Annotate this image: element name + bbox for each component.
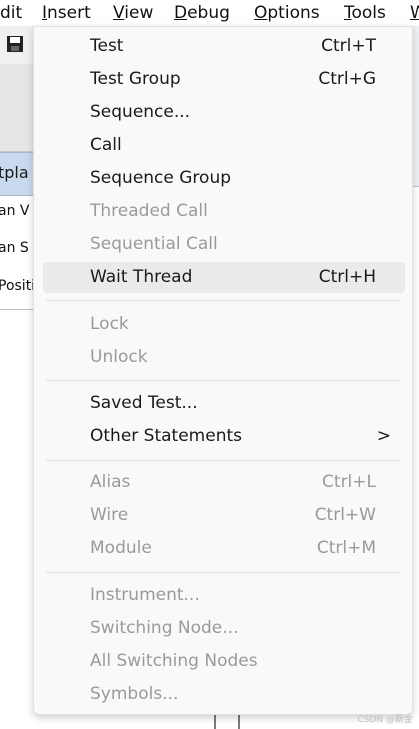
menu-bar: dit Insert View Debug Options Tools W — [0, 0, 419, 26]
menu-item-label: Sequential Call — [90, 234, 218, 254]
menu-item-all-switching-nodes: All Switching Nodes — [43, 646, 405, 677]
background-row: Positi — [0, 278, 36, 294]
menu-item-other-statements[interactable]: Other Statements > — [43, 421, 405, 452]
menu-item-label: Test — [90, 36, 124, 56]
menu-window-mnemonic: W — [410, 3, 419, 23]
menu-debug-label: ebug — [187, 3, 230, 23]
menu-options[interactable]: Options — [254, 1, 320, 25]
menu-item-label: Sequence Group — [90, 168, 232, 188]
menu-edit[interactable]: dit — [0, 1, 22, 25]
panel-header-label: tpla — [0, 163, 29, 182]
menu-item-shortcut: Ctrl+L — [322, 472, 376, 492]
menu-options-label: ptions — [267, 3, 320, 23]
menu-item-label: Saved Test... — [90, 393, 198, 413]
menu-separator — [46, 380, 401, 381]
menu-item-label: Unlock — [90, 347, 148, 367]
background-row: an S — [0, 240, 29, 256]
menu-item-label: Wait Thread — [90, 267, 193, 287]
menu-item-test-group[interactable]: Test Group Ctrl+G — [43, 64, 405, 95]
pane-divider — [0, 309, 34, 310]
menu-item-unlock: Unlock — [43, 342, 405, 373]
menu-item-label: Module — [90, 538, 152, 558]
panel-header: tpla — [0, 152, 34, 196]
toolbar — [0, 26, 34, 65]
menu-item-wire: Wire Ctrl+W — [43, 500, 405, 531]
background-row: an V — [0, 203, 30, 219]
menu-item-instrument: Instrument... — [43, 580, 405, 611]
menu-item-label: Alias — [90, 472, 131, 492]
menu-item-switching-node: Switching Node... — [43, 613, 405, 644]
menu-item-label: Symbols... — [90, 684, 179, 704]
menu-tools-mnemonic: T — [344, 3, 352, 23]
menu-debug-mnemonic: D — [174, 3, 188, 23]
menu-tools-label: ools — [351, 3, 386, 23]
menu-insert-label: nsert — [47, 3, 91, 23]
menu-item-label: Other Statements — [90, 426, 242, 446]
menu-item-sequence-group[interactable]: Sequence Group — [43, 163, 405, 194]
menu-separator — [46, 572, 401, 573]
menu-item-threaded-call: Threaded Call — [43, 196, 405, 227]
menu-item-shortcut: Ctrl+H — [318, 267, 376, 287]
menu-item-label: All Switching Nodes — [90, 651, 258, 671]
menu-window[interactable]: W — [410, 1, 419, 25]
menu-item-label: Wire — [90, 505, 129, 525]
menu-debug[interactable]: Debug — [174, 1, 230, 25]
menu-item-label: Call — [90, 135, 122, 155]
menu-item-sequential-call: Sequential Call — [43, 229, 405, 260]
menu-edit-label: dit — [0, 3, 23, 23]
menu-options-mnemonic: O — [254, 3, 268, 23]
menu-item-label: Switching Node... — [90, 618, 239, 638]
menu-view-mnemonic: V — [113, 3, 125, 23]
menu-item-module: Module Ctrl+M — [43, 533, 405, 564]
menu-item-alias: Alias Ctrl+L — [43, 467, 405, 498]
menu-item-sequence[interactable]: Sequence... — [43, 97, 405, 128]
menu-tools[interactable]: Tools — [344, 1, 386, 25]
chevron-right-icon: > — [376, 426, 391, 446]
menu-item-lock: Lock — [43, 309, 405, 340]
menu-item-shortcut: Ctrl+G — [318, 69, 376, 89]
menu-item-shortcut: Ctrl+W — [314, 505, 376, 525]
watermark: CSDN @斯金 — [357, 715, 413, 725]
menu-item-saved-test[interactable]: Saved Test... — [43, 388, 405, 419]
menu-item-wait-thread[interactable]: Wait Thread Ctrl+H — [43, 262, 405, 293]
menu-item-label: Lock — [90, 314, 129, 334]
insert-dropdown-menu: Test Ctrl+T Test Group Ctrl+G Sequence..… — [33, 26, 413, 715]
menu-view-label: iew — [124, 3, 154, 23]
menu-insert[interactable]: Insert — [42, 1, 91, 25]
menu-item-shortcut: Ctrl+M — [316, 538, 376, 558]
menu-item-symbols: Symbols... — [43, 679, 405, 710]
menu-item-label: Instrument... — [90, 585, 200, 605]
save-icon[interactable] — [6, 35, 24, 53]
tab-strip-area — [0, 64, 34, 152]
menu-separator — [46, 300, 401, 301]
menu-item-label: Threaded Call — [90, 201, 208, 221]
menu-item-test[interactable]: Test Ctrl+T — [43, 31, 405, 62]
menu-separator — [46, 460, 401, 461]
menu-view[interactable]: View — [113, 1, 153, 25]
menu-item-label: Sequence... — [90, 102, 191, 122]
menu-item-shortcut: Ctrl+T — [321, 36, 376, 56]
menu-item-call[interactable]: Call — [43, 130, 405, 161]
menu-item-label: Test Group — [90, 69, 181, 89]
